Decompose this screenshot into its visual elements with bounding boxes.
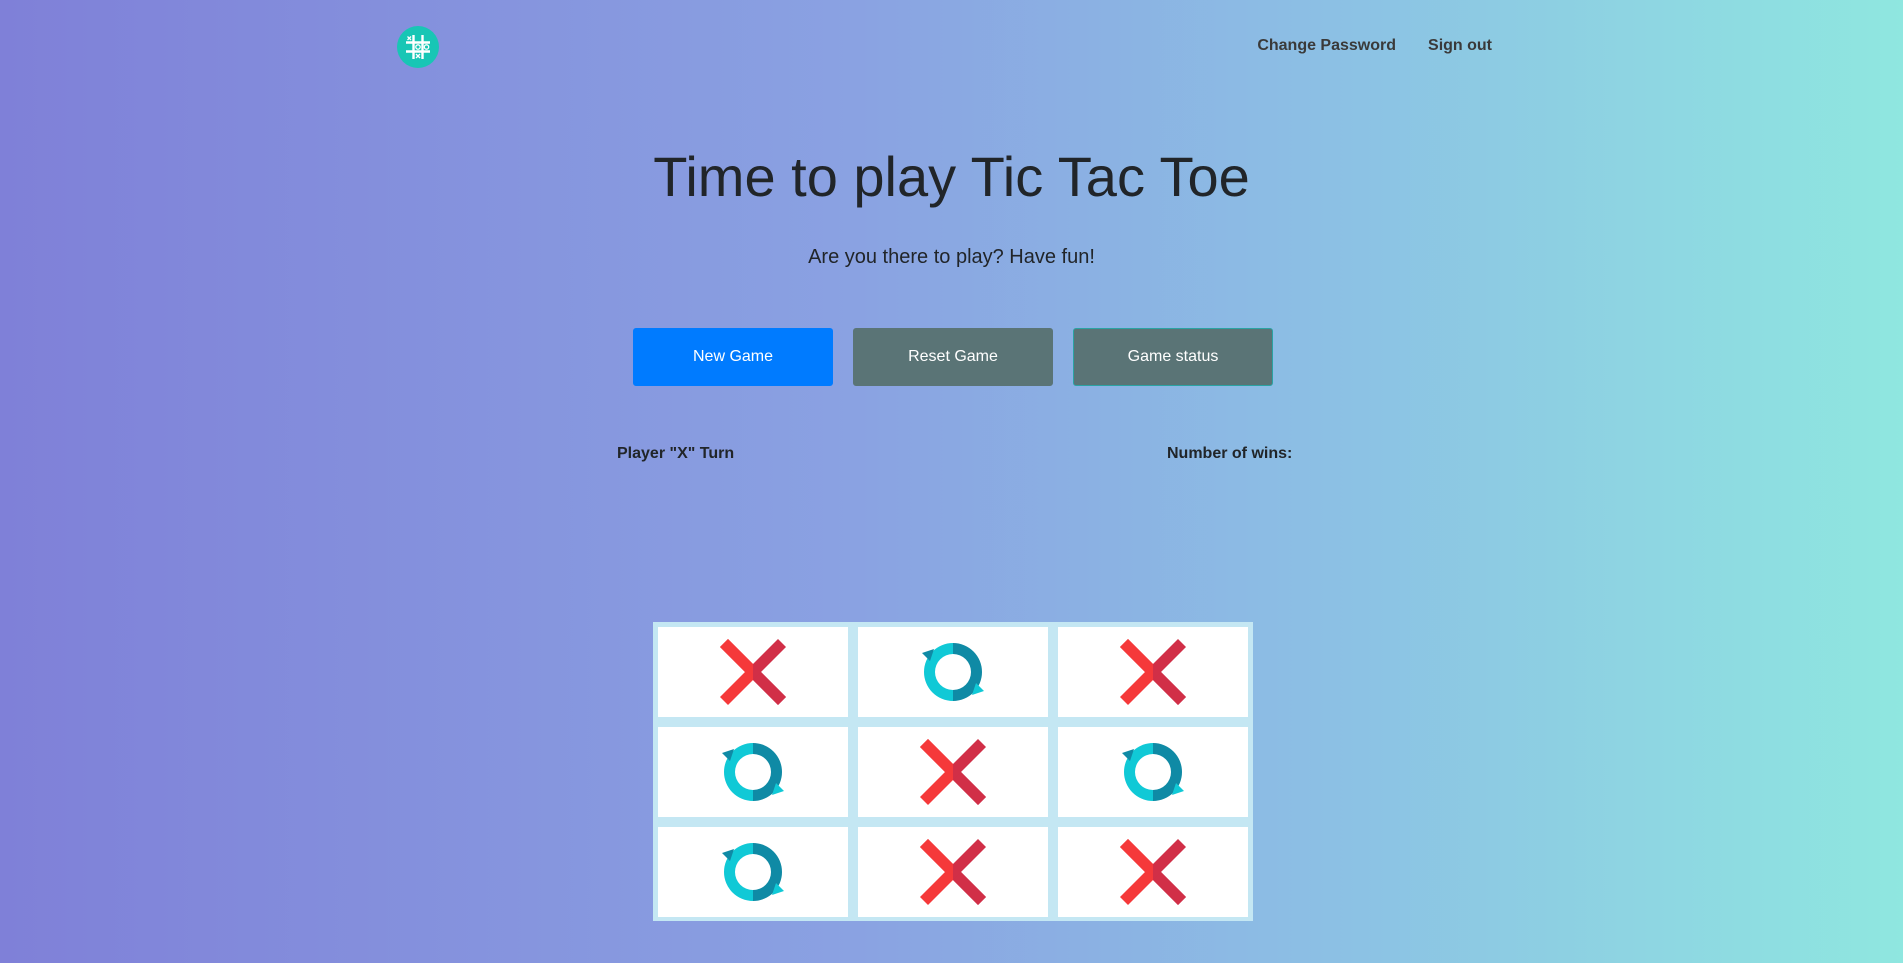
change-password-link[interactable]: Change Password: [1257, 37, 1396, 55]
new-game-button[interactable]: New Game: [633, 328, 833, 386]
top-nav: Change Password Sign out: [1257, 37, 1492, 55]
board-cell-5[interactable]: [1058, 727, 1248, 817]
o-mark-icon: [722, 843, 784, 901]
tic-tac-toe-logo-icon[interactable]: [397, 26, 439, 68]
page-title: Time to play Tic Tac Toe: [653, 145, 1250, 208]
x-mark-icon: [920, 839, 986, 905]
o-mark-icon: [922, 643, 984, 701]
x-mark-icon: [1120, 639, 1186, 705]
board-cell-3[interactable]: [658, 727, 848, 817]
grid-icon: [406, 35, 430, 59]
o-mark-icon: [722, 743, 784, 801]
wins-count-label: Number of wins:: [1167, 445, 1293, 462]
sign-out-link[interactable]: Sign out: [1428, 37, 1492, 55]
board-cell-6[interactable]: [658, 827, 848, 917]
o-mark-icon: [1122, 743, 1184, 801]
x-mark-icon: [720, 639, 786, 705]
board-cell-1[interactable]: [858, 627, 1048, 717]
x-mark-icon: [920, 739, 986, 805]
x-mark-icon: [1120, 839, 1186, 905]
board-cell-8[interactable]: [1058, 827, 1248, 917]
board-cell-2[interactable]: [1058, 627, 1248, 717]
board-cell-7[interactable]: [858, 827, 1048, 917]
game-board: [653, 622, 1253, 921]
board-cell-4[interactable]: [858, 727, 1048, 817]
game-status-button[interactable]: Game status: [1073, 328, 1273, 386]
reset-game-button[interactable]: Reset Game: [853, 328, 1053, 386]
page-subtitle: Are you there to play? Have fun!: [808, 246, 1095, 268]
player-turn-label: Player "X" Turn: [617, 445, 735, 462]
board-cell-0[interactable]: [658, 627, 848, 717]
